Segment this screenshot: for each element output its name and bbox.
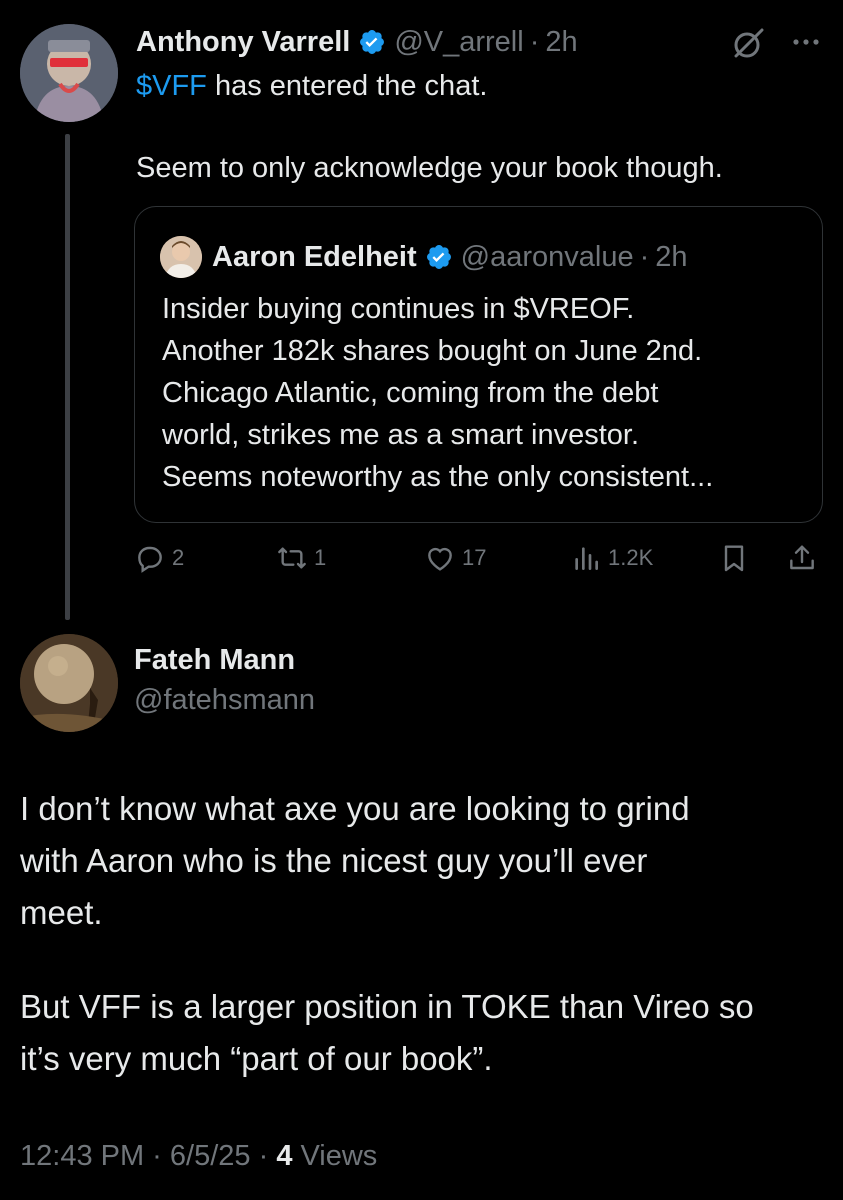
tweet-meta-footer: 12:43 PM · 6/5/25 · 4 Views [20,1140,377,1173]
repost-button[interactable]: 1 [276,540,326,576]
reply-count: 2 [172,545,185,570]
repost-count: 1 [314,545,327,570]
quoted-text-line: Another 182k shares bought on June 2nd. [162,335,703,367]
reply-icon [138,546,162,573]
quoted-text-line: world, strikes me as a smart investor. [162,419,640,451]
avatar-illustration [20,634,118,732]
quoted-text-line: Insider buying continues in $VREOF. [162,293,635,325]
avatar-illustration [160,236,202,278]
quoted-tweet-text: Insider buying continues in $VREOF. Anot… [162,288,713,498]
quoted-timestamp[interactable]: 2h [655,241,687,274]
share-button[interactable] [786,540,824,576]
tweet-text-line: $VFF has entered the chat. [136,66,487,106]
thread-connector-line [65,134,70,620]
handle[interactable]: @V_arrell [394,26,523,59]
quoted-display-name[interactable]: Aaron Edelheit [212,241,417,274]
quoted-text-line: Seems noteworthy as the only consistent.… [162,461,714,493]
reply-text-line: I don’t know what axe you are looking to… [20,790,690,827]
verified-badge-icon [426,245,451,269]
post-timestamp[interactable]: 12:43 PM · 6/5/25 · [20,1140,268,1173]
bookmark-button[interactable] [718,540,756,576]
quoted-handle[interactable]: @aaronvalue [461,241,634,274]
tweet-header: Anthony Varrell @V_arrell · 2h [136,22,578,62]
views-total: 4 [276,1140,293,1172]
tweet-text-segment: has entered the chat. [206,70,488,102]
like-button[interactable]: 17 [424,540,486,576]
avatar[interactable] [20,634,118,732]
views-button[interactable]: 1.2K [570,540,653,576]
verified-badge-icon [360,30,385,54]
views-count: 1.2K [608,545,654,570]
display-name[interactable]: Fateh Mann [134,644,295,677]
quoted-tweet-header: Aaron Edelheit @aaronvalue · 2h [212,236,688,278]
separator-dot: · [639,240,650,273]
reply-button[interactable]: 2 [134,540,184,576]
handle[interactable]: @fatehsmann [134,684,315,717]
display-name[interactable]: Anthony Varrell [136,26,350,59]
bookmark-icon [724,545,744,572]
reply-text-line: with Aaron who is the nicest guy you’ll … [20,842,648,879]
views-label: Views [300,1140,378,1172]
grok-icon[interactable] [732,26,766,60]
more-icon[interactable] [790,30,822,54]
views-icon [575,547,598,570]
share-icon [790,545,814,570]
avatar-illustration [20,24,118,122]
timestamp[interactable]: 2h [545,26,577,59]
like-icon [428,547,452,571]
reply-text-line: meet. [20,894,103,931]
reply-text-line: But VFF is a larger position in TOKE tha… [20,988,754,1025]
reply-text-line: it’s very much “part of our book”. [20,1040,493,1077]
quoted-text-line: Chicago Atlantic, coming from the debt [162,377,659,409]
avatar[interactable] [20,24,118,122]
quoted-avatar [160,236,202,278]
cashtag-link[interactable]: $VFF [136,70,207,102]
tweet-text-line: Seem to only acknowledge your book thoug… [136,152,723,184]
separator-dot: · [529,25,540,58]
repost-icon [278,547,306,569]
like-count: 17 [462,545,487,570]
